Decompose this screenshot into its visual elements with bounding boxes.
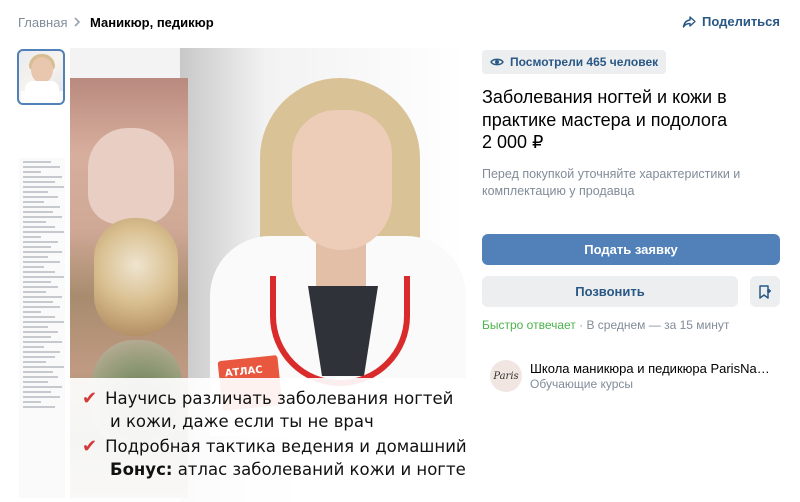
thumbnail-2[interactable] bbox=[19, 158, 65, 498]
purchase-note: Перед покупкой уточняйте характеристики … bbox=[482, 167, 741, 198]
seller-name[interactable]: Школа маникюра и педикюра ParisNail ... bbox=[530, 361, 770, 376]
breadcrumb-home-link[interactable]: Главная bbox=[18, 15, 67, 30]
thumbnail-1[interactable] bbox=[17, 49, 65, 105]
share-label: Поделиться bbox=[701, 14, 780, 29]
apply-button[interactable]: Подать заявку bbox=[482, 234, 780, 265]
promo-line-3: ✔Подробная тактика ведения и домашний ух… bbox=[82, 436, 466, 457]
response-time: Быстро отвечает · В среднем — за 15 мину… bbox=[482, 318, 730, 332]
product-price: 2 000 ₽ bbox=[482, 132, 544, 152]
seller-card[interactable]: Paris Школа маникюра и педикюра ParisNai… bbox=[490, 356, 780, 396]
breadcrumb-current: Маникюр, педикюр bbox=[90, 15, 214, 30]
promo-line-4: Бонус: атлас заболеваний кожи и ногтей bbox=[110, 460, 466, 479]
call-button[interactable]: Позвонить bbox=[482, 276, 738, 307]
promo-line-1: ✔ Научись различать заболевания ногтей bbox=[82, 388, 454, 409]
top-bar: Главная Маникюр, педикюр Поделиться bbox=[0, 0, 800, 46]
share-button[interactable]: Поделиться bbox=[682, 14, 780, 29]
views-badge: Посмотрели 465 человек bbox=[482, 50, 667, 74]
checkmark-icon: ✔ bbox=[82, 388, 98, 409]
share-icon bbox=[682, 15, 696, 28]
bookmark-plus-icon bbox=[759, 284, 771, 299]
seller-category: Обучающие курсы bbox=[530, 377, 634, 391]
product-title: Заболевания ногтей и кожи в практике мас… bbox=[482, 87, 728, 130]
product-main-image[interactable]: АТЛАС ✔ Научись различать заболевания ног… bbox=[70, 48, 466, 502]
promo-line-2: и кожи, даже если ты не врач bbox=[110, 412, 374, 431]
eye-icon bbox=[490, 58, 504, 66]
presenter-portrait bbox=[292, 110, 392, 250]
views-count: Посмотрели 465 человек bbox=[510, 55, 659, 69]
bookmark-button[interactable] bbox=[750, 276, 780, 307]
thumbnail-strip bbox=[16, 48, 66, 502]
checkmark-icon: ✔ bbox=[82, 436, 98, 457]
seller-avatar: Paris bbox=[490, 360, 522, 392]
chevron-right-icon bbox=[74, 17, 81, 27]
